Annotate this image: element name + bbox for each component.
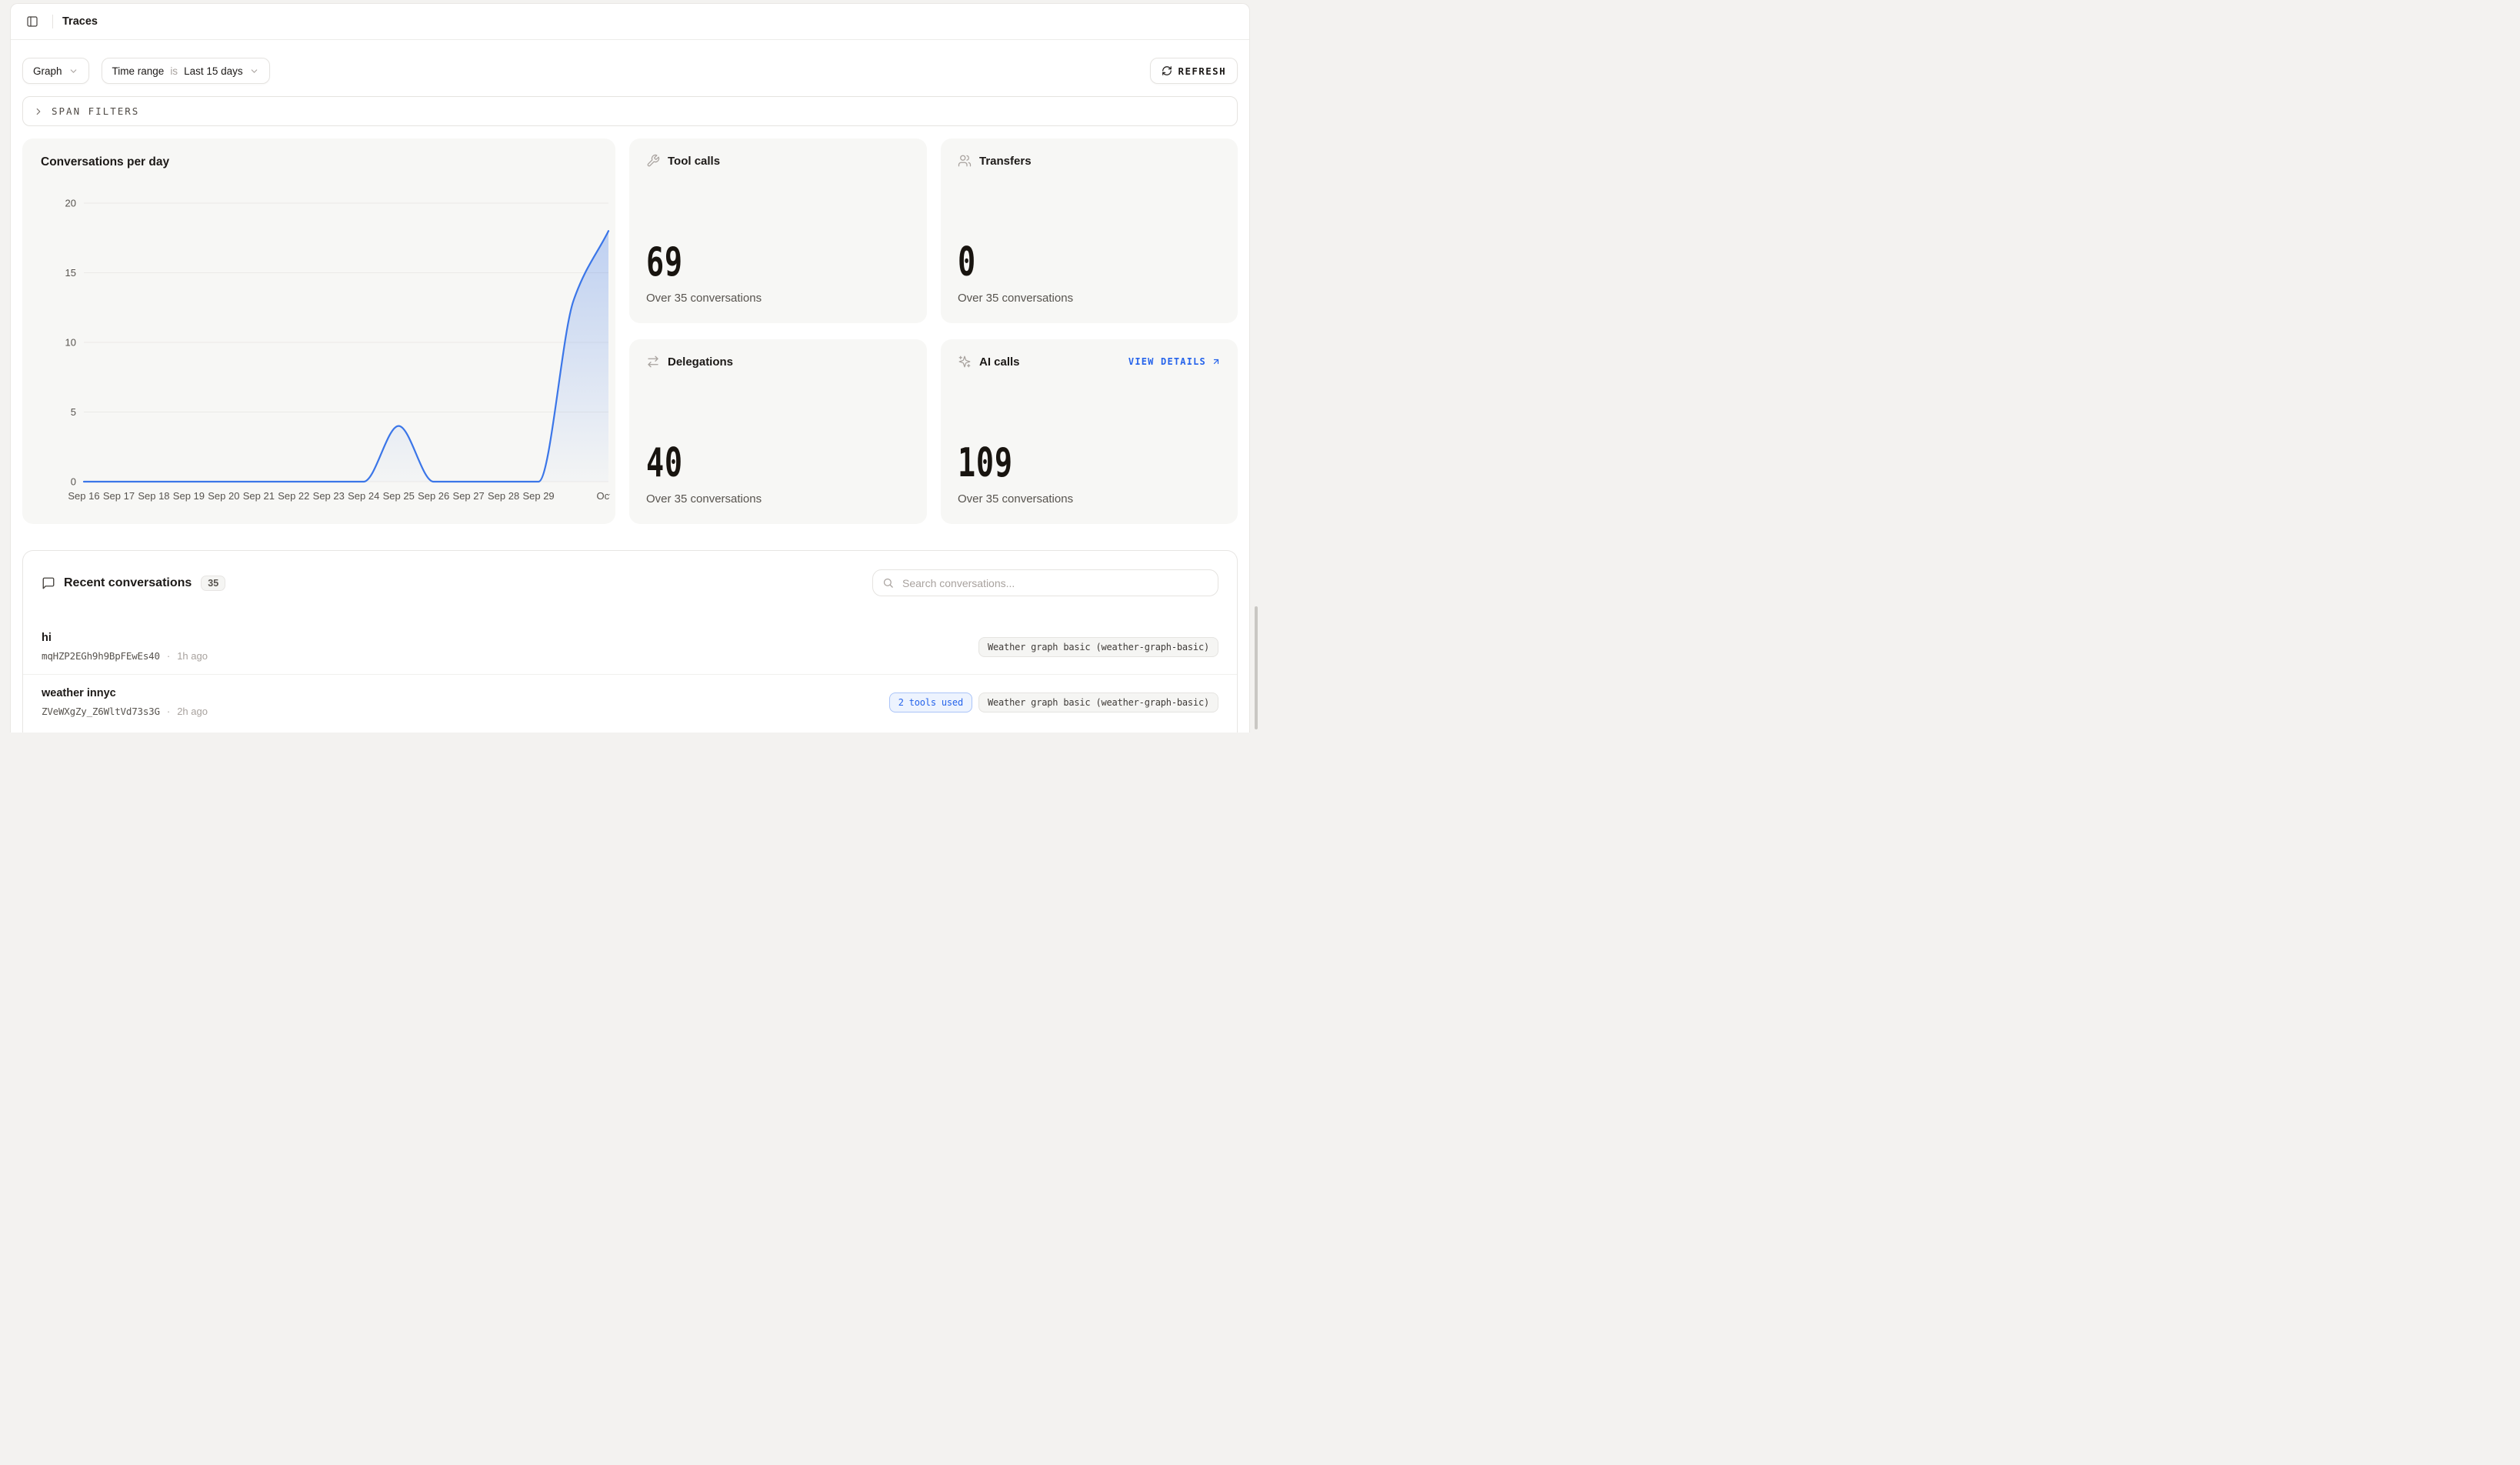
svg-text:Sep 29: Sep 29 [522, 490, 554, 502]
divider [52, 15, 53, 28]
agent-badge: Weather graph basic (weather-graph-basic… [978, 692, 1218, 712]
agent-badge: Weather graph basic (weather-graph-basic… [978, 637, 1218, 657]
svg-text:10: 10 [65, 337, 76, 349]
chart-title: Conversations per day [41, 155, 597, 169]
stat-value: 69 [646, 242, 842, 282]
stat-caption: Over 35 conversations [646, 492, 910, 506]
svg-text:Sep 16: Sep 16 [68, 490, 99, 502]
conversation-count-badge: 35 [201, 576, 225, 591]
svg-text:Sep 26: Sep 26 [418, 490, 449, 502]
refresh-button[interactable]: REFRESH [1150, 58, 1238, 84]
stat-caption: Over 35 conversations [958, 292, 1221, 305]
conversation-time: 2h ago [177, 705, 208, 719]
svg-text:0: 0 [71, 476, 76, 488]
meta-separator: · [167, 705, 170, 719]
conversation-title: weather innyc [42, 686, 208, 701]
conversation-time: 1h ago [177, 649, 208, 663]
stat-value: 0 [958, 242, 1152, 282]
svg-text:Sep 22: Sep 22 [278, 490, 309, 502]
refresh-icon [1162, 65, 1172, 76]
stat-card-transfers: Transfers 0 Over 35 conversations [941, 138, 1238, 323]
conversations-chart-card: Conversations per day 0 5 10 15 20 Sep 16 Sep … [22, 138, 615, 524]
view-details-label: VIEW DETAILS [1128, 356, 1206, 367]
time-range-operator: is [170, 65, 178, 77]
stat-value: 109 [958, 443, 1152, 483]
dashboard-grid: Conversations per day 0 5 10 15 20 Sep 16 Sep … [22, 138, 1238, 524]
page-title: Traces [62, 15, 98, 28]
svg-text:Sep 24: Sep 24 [348, 490, 379, 502]
recent-conversations-header: Recent conversations 35 [23, 551, 1237, 596]
panel-left-icon [26, 15, 38, 28]
chevron-right-icon [33, 106, 44, 117]
chevron-down-icon [68, 66, 78, 76]
recent-conversations-section: Recent conversations 35 hi mqHZP2EGh9h9B… [22, 550, 1238, 732]
conversation-id: mqHZP2EGh9h9BpFEwEs40 [42, 649, 160, 663]
chevron-down-icon [249, 66, 259, 76]
svg-text:15: 15 [65, 267, 76, 279]
svg-text:20: 20 [65, 198, 76, 209]
conversations-area-chart: 0 5 10 15 20 Sep 16 Sep 17Sep 18 Sep 19Sep 20 Se… [39, 183, 610, 505]
search-input[interactable] [901, 576, 1208, 590]
stat-card-tool-calls: Tool calls 69 Over 35 conversations [629, 138, 927, 323]
view-mode-dropdown[interactable]: Graph [22, 58, 89, 84]
stat-title: AI calls [979, 355, 1020, 369]
svg-text:Sep 21: Sep 21 [243, 490, 275, 502]
svg-text:Sep 19: Sep 19 [173, 490, 205, 502]
stat-card-ai-calls: AI calls VIEW DETAILS 109 Over 35 conver… [941, 339, 1238, 524]
span-filters-label: SPAN FILTERS [52, 105, 139, 117]
view-mode-label: Graph [33, 65, 62, 77]
svg-text:Sep 28: Sep 28 [488, 490, 519, 502]
scrollbar-thumb[interactable] [1255, 606, 1258, 729]
conversation-id: ZVeWXgZy_Z6WltVd73s3G [42, 705, 160, 719]
search-icon [882, 577, 894, 589]
sidebar-toggle-button[interactable] [22, 11, 43, 32]
svg-text:5: 5 [71, 406, 76, 418]
sparkles-icon [958, 355, 972, 369]
svg-text:Sep 18: Sep 18 [138, 490, 169, 502]
arrows-right-left-icon [646, 355, 660, 369]
span-filters-expander[interactable]: SPAN FILTERS [22, 96, 1238, 126]
recent-conversations-title: Recent conversations [64, 576, 192, 590]
view-details-link[interactable]: VIEW DETAILS [1128, 356, 1221, 367]
stat-caption: Over 35 conversations [958, 492, 1221, 506]
stat-card-delegations: Delegations 40 Over 35 conversations [629, 339, 927, 524]
time-range-filter[interactable]: Time range is Last 15 days [102, 58, 270, 84]
svg-text:Oct 1: Oct 1 [596, 490, 610, 502]
stat-value: 40 [646, 443, 842, 483]
conversation-row[interactable]: hi mqHZP2EGh9h9BpFEwEs40 · 1h ago Weathe… [23, 619, 1237, 675]
app-window: Traces Graph Time range is Last 15 days [10, 3, 1250, 732]
svg-text:Sep 23: Sep 23 [313, 490, 345, 502]
svg-text:Sep 17: Sep 17 [103, 490, 135, 502]
top-bar: Traces [11, 4, 1249, 40]
stat-title: Tool calls [668, 155, 720, 168]
meta-separator: · [167, 649, 170, 663]
svg-text:Sep 25: Sep 25 [383, 490, 415, 502]
arrow-up-right-icon [1212, 357, 1221, 366]
svg-text:Sep 27: Sep 27 [453, 490, 485, 502]
refresh-label: REFRESH [1178, 65, 1226, 77]
users-icon [958, 154, 972, 168]
stat-title: Transfers [979, 155, 1032, 168]
wrench-icon [646, 154, 660, 168]
chat-bubble-icon [42, 576, 55, 590]
conversation-list: hi mqHZP2EGh9h9BpFEwEs40 · 1h ago Weathe… [23, 596, 1237, 729]
conversation-title: hi [42, 630, 208, 646]
conversation-row[interactable]: weather innyc ZVeWXgZy_Z6WltVd73s3G · 2h… [23, 675, 1237, 729]
search-box [872, 569, 1218, 596]
tools-used-badge: 2 tools used [889, 692, 972, 712]
stat-title: Delegations [668, 355, 733, 369]
svg-text:Sep 20: Sep 20 [208, 490, 239, 502]
stat-caption: Over 35 conversations [646, 292, 910, 305]
time-range-value: Last 15 days [184, 65, 243, 77]
toolbar: Graph Time range is Last 15 days REFRESH [22, 58, 1238, 84]
time-range-field: Time range [112, 65, 165, 77]
